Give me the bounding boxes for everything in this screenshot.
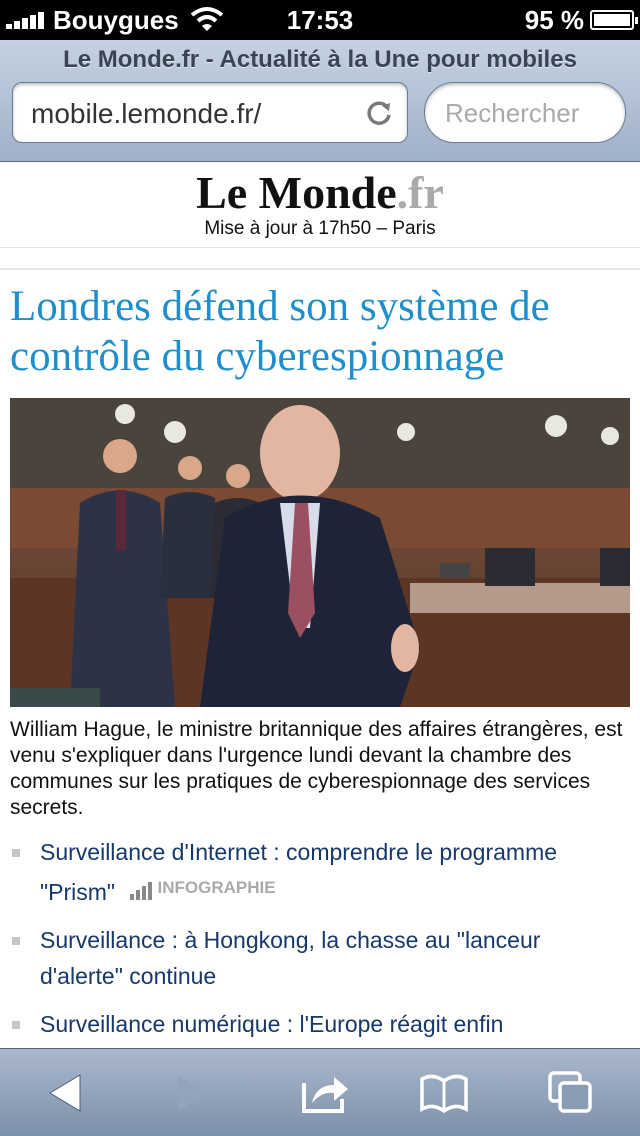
article-headline[interactable]: Londres défend son système de contrôle d…	[10, 282, 632, 382]
tabs-icon[interactable]	[546, 1069, 598, 1117]
photo-caption: William Hague, le ministre britannique d…	[10, 718, 623, 819]
browser-toolbar	[0, 1048, 640, 1136]
status-bar: Bouygues 17:53 95 %	[0, 0, 640, 40]
related-link-label[interactable]: Surveillance numérique : l'Europe réagit…	[40, 1011, 503, 1037]
divider	[0, 268, 640, 270]
reload-icon[interactable]	[365, 99, 393, 127]
bullet	[12, 1021, 20, 1029]
infographie-label: INFOGRAPHIE	[157, 878, 276, 897]
bullet	[12, 849, 20, 857]
related-links: Surveillance d'Internet : comprendre le …	[0, 834, 640, 1054]
update-time: Mise à jour à 17h50 – Paris	[204, 218, 436, 239]
search-input[interactable]	[445, 95, 615, 131]
url-text[interactable]: mobile.lemonde.fr/	[31, 98, 261, 130]
logo-ext: .fr	[396, 167, 444, 218]
bar-chart-icon	[129, 882, 152, 900]
browser-header: Le Monde.fr - Actualité à la Une pour mo…	[0, 40, 640, 162]
related-link-label[interactable]: Surveillance : à Hongkong, la chasse au …	[40, 927, 540, 989]
related-link-europe[interactable]: Surveillance numérique : l'Europe réagit…	[0, 1006, 640, 1042]
address-bar[interactable]: mobile.lemonde.fr/	[12, 82, 408, 143]
back-icon[interactable]	[40, 1069, 92, 1117]
infographie-badge[interactable]: INFOGRAPHIE	[129, 870, 276, 906]
battery-percentage: 95 %	[524, 5, 584, 35]
forward-icon[interactable]	[166, 1069, 218, 1117]
share-icon[interactable]	[298, 1069, 350, 1117]
logo-main: Le Monde	[196, 167, 397, 218]
page-title: Le Monde.fr - Actualité à la Une pour mo…	[63, 46, 577, 73]
bookmarks-icon[interactable]	[418, 1069, 470, 1117]
related-link-label[interactable]: Surveillance d'Internet : comprendre le …	[40, 839, 557, 905]
search-field[interactable]	[424, 82, 626, 143]
related-link-hongkong[interactable]: Surveillance : à Hongkong, la chasse au …	[0, 922, 640, 994]
le-monde-logo[interactable]: Le Monde.fr	[0, 166, 640, 219]
bullet	[12, 937, 20, 945]
site-header: Le Monde.fr Mise à jour à 17h50 – Paris	[0, 162, 640, 248]
article-photo[interactable]	[10, 398, 630, 707]
battery-icon	[590, 10, 638, 30]
related-link-prism[interactable]: Surveillance d'Internet : comprendre le …	[0, 834, 640, 910]
